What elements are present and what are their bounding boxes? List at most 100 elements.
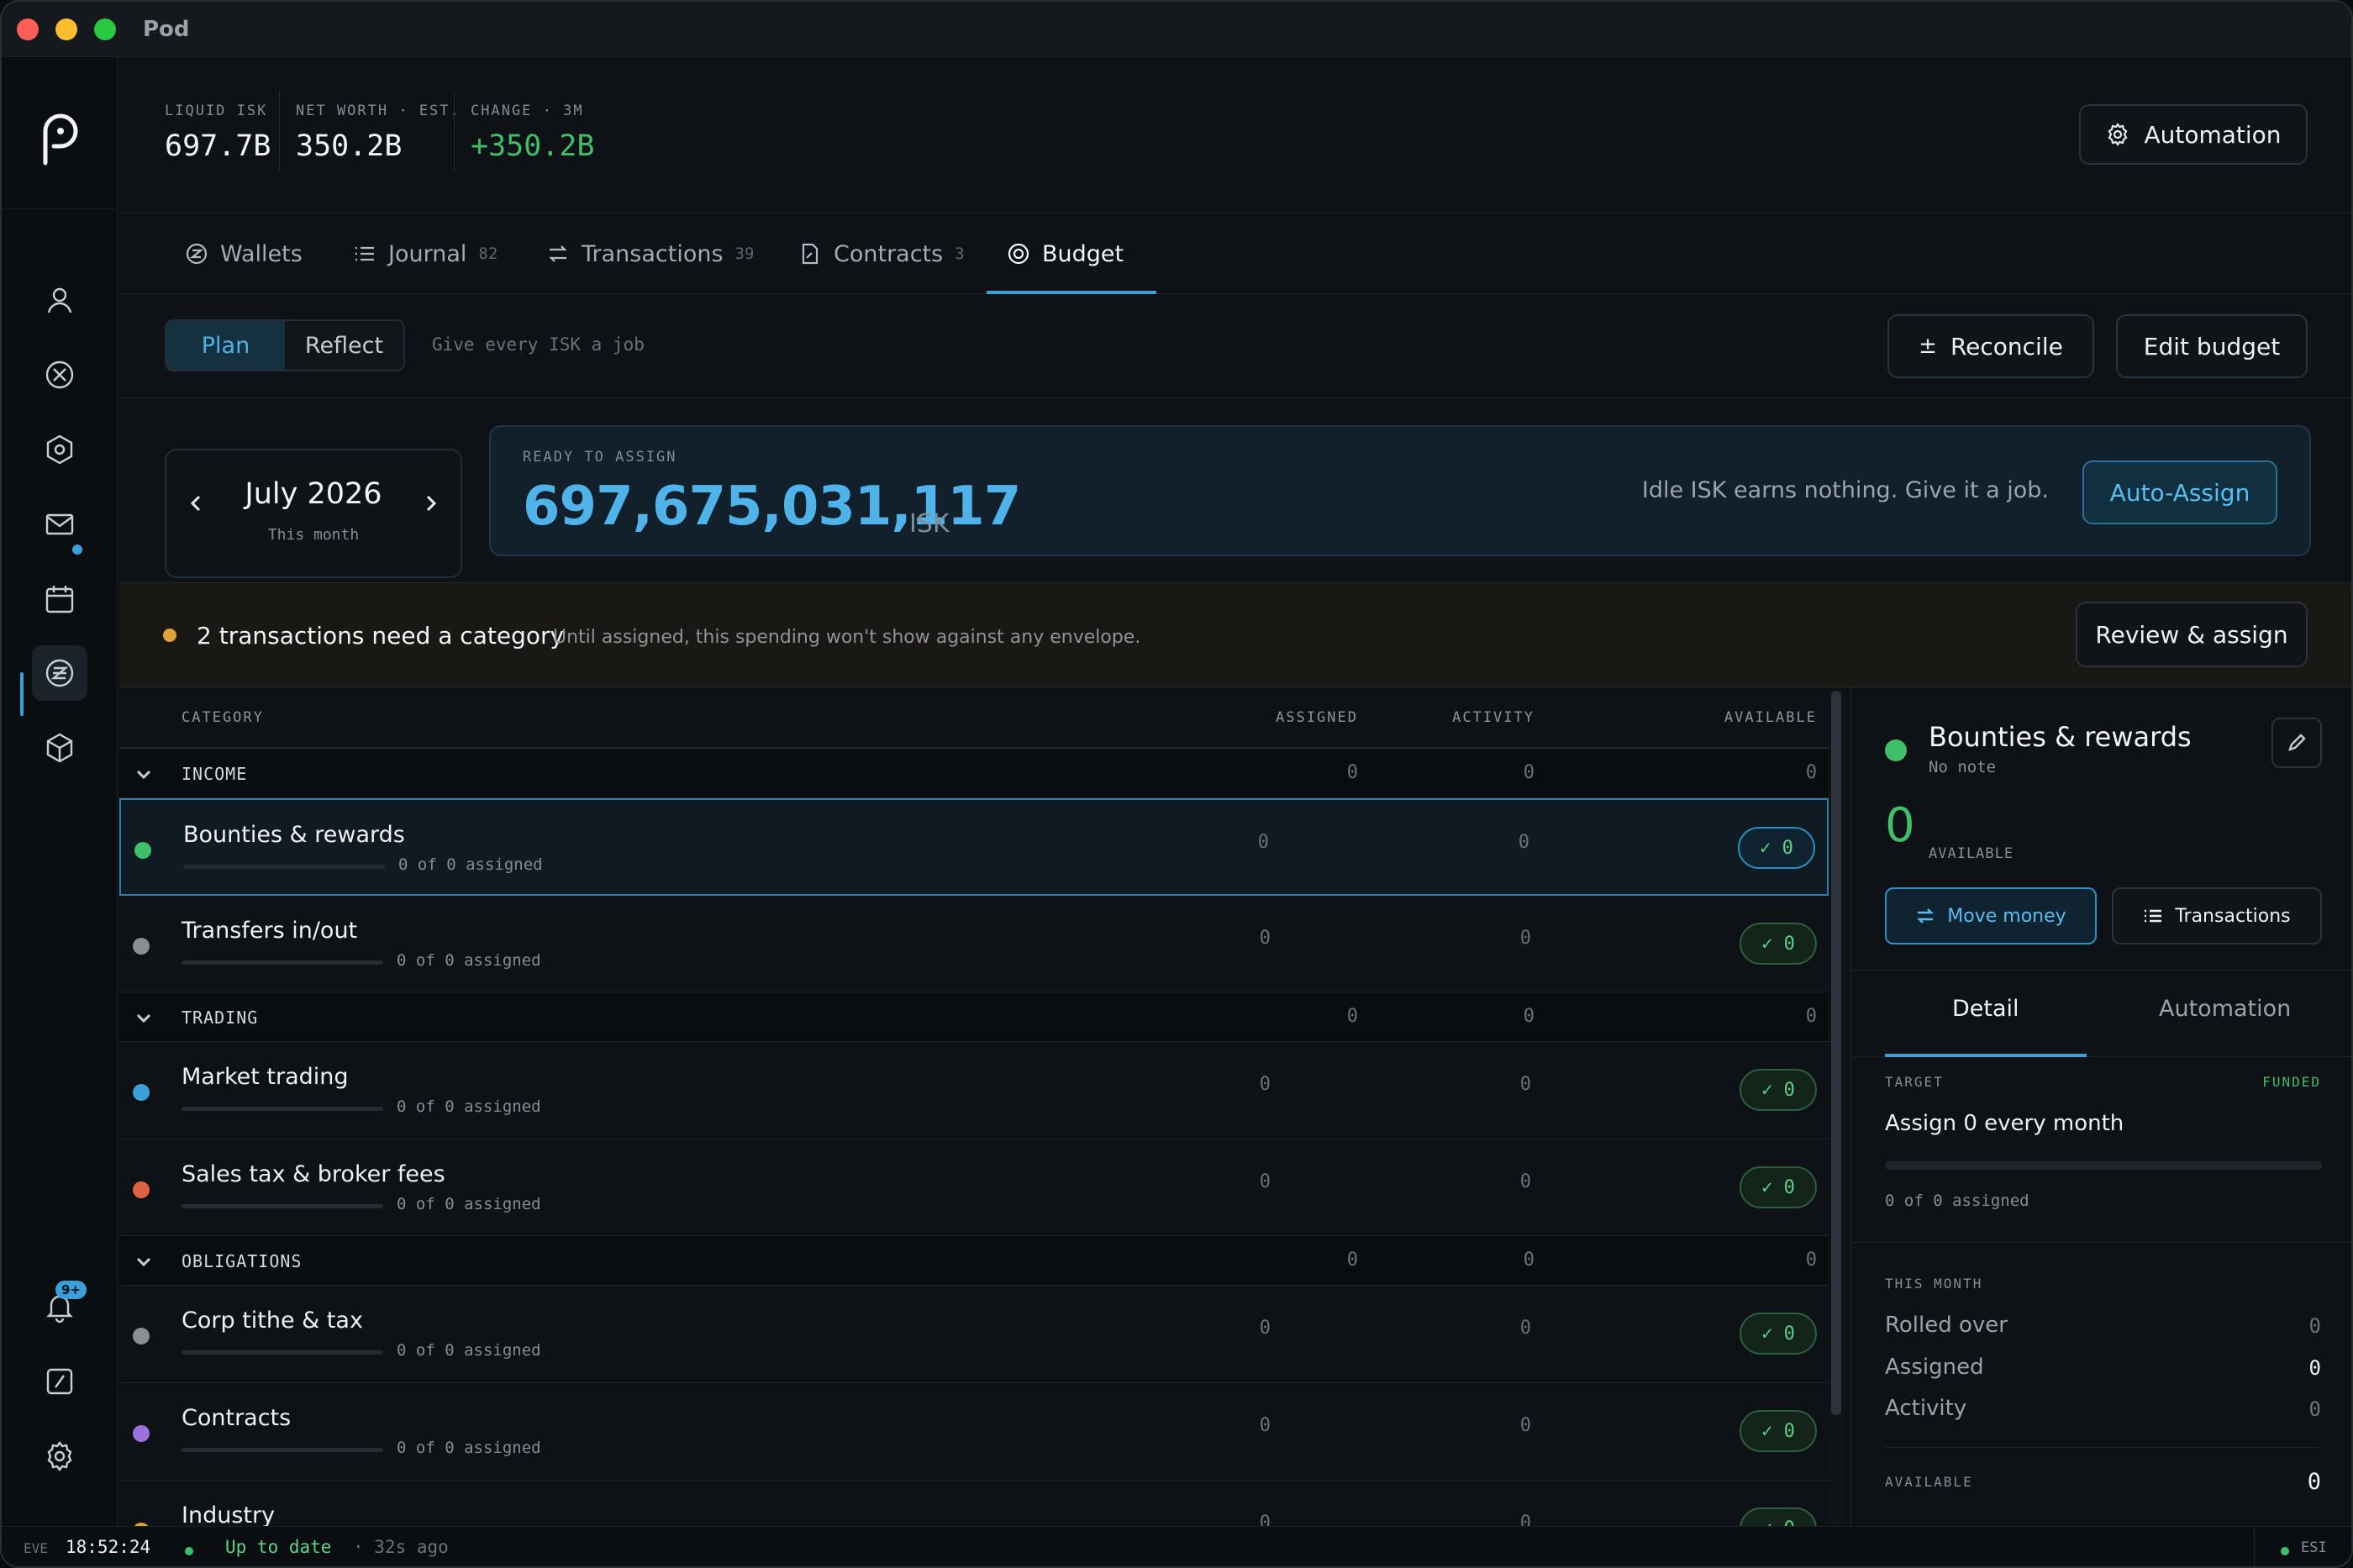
move-money-button[interactable]: Move money [1885,887,2097,944]
edit-category-button[interactable] [2271,718,2322,768]
reflect-toggle-button[interactable]: Reflect [285,321,403,370]
tab-automation[interactable]: Automation [2159,996,2291,1022]
group-trading[interactable]: TRADING 0 0 0 [119,992,1829,1042]
sync-status: Up to date [225,1537,332,1557]
ready-to-assign-section: July 2026 This month READY TO ASSIGN 697… [119,398,2351,583]
detail-available-value: 0 [1885,798,1915,853]
cell-assigned[interactable]: 0 [1258,832,1269,853]
available-pill[interactable]: ✓ 0 [1740,1069,1817,1111]
plan-toggle-button[interactable]: Plan [166,321,285,370]
warning-dot [163,629,176,642]
cell-activity: 0 [1519,928,1531,949]
group-assigned: 0 [1346,1006,1358,1027]
chevron-down-icon [136,1257,151,1267]
table-row-transfers[interactable]: Transfers in/out 0 of 0 assigned 0 0 ✓ 0 [119,896,1829,993]
minimize-window-button[interactable] [55,18,77,40]
close-window-button[interactable] [17,18,39,40]
available-pill[interactable]: ✓ 0 [1740,1410,1817,1452]
stat-value: 697.7B [165,129,271,163]
tab-contracts[interactable]: Contracts 3 [798,213,965,294]
crosshair-icon [45,360,74,389]
group-name: INCOME [182,764,248,784]
reconcile-button[interactable]: ± Reconcile [1887,314,2094,378]
automation-button[interactable]: Automation [2079,104,2308,165]
group-obligations[interactable]: OBLIGATIONS 0 0 0 [119,1235,1829,1286]
cell-activity: 0 [1519,1513,1531,1526]
cell-assigned[interactable]: 0 [1260,1415,1271,1436]
nav-industry-button[interactable] [32,720,87,776]
table-scrollbar[interactable] [1829,687,1844,1526]
edit-budget-button[interactable]: Edit budget [2116,314,2308,378]
category-name: Industry [182,1502,276,1526]
review-assign-button[interactable]: Review & assign [2076,602,2308,667]
tab-count: 39 [734,245,755,263]
tab-label: Journal [388,240,467,267]
nav-mail-button[interactable] [32,497,87,552]
cell-assigned[interactable]: 0 [1260,1318,1271,1339]
pencil-icon [2288,734,2306,751]
tab-budget[interactable]: Budget [1007,213,1124,294]
cell-assigned[interactable]: 0 [1260,928,1271,949]
category-name: Market trading [182,1064,349,1090]
nav-character-button[interactable] [32,272,87,328]
cell-assigned[interactable]: 0 [1260,1171,1271,1192]
eve-clock: 18:52:24 [66,1537,151,1557]
group-available: 0 [1805,762,1817,783]
group-available: 0 [1805,1006,1817,1027]
group-income[interactable]: INCOME 0 0 0 [119,748,1829,798]
available-pill[interactable]: ✓ 0 [1740,1313,1817,1355]
budget-table: CATEGORY ASSIGNED ACTIVITY AVAILABLE INC… [119,687,1829,1526]
nav-calendar-button[interactable] [32,571,87,627]
dashboard-button[interactable] [32,1354,87,1409]
gauge-icon [46,1368,73,1395]
table-row-contracts[interactable]: Contracts 0 of 0 assigned 0 0 ✓ 0 [119,1383,1829,1481]
cell-assigned[interactable]: 0 [1260,1074,1271,1095]
alert-title: 2 transactions need a category [197,622,565,650]
available-pill[interactable]: ✓ 0 [1738,827,1815,869]
month-selector: July 2026 This month [165,449,462,578]
month-subtitle: This month [267,526,360,544]
sync-status-dot [185,1547,193,1555]
table-row-sales-tax[interactable]: Sales tax & broker fees 0 of 0 assigned … [119,1139,1829,1237]
tab-journal[interactable]: Journal 82 [353,213,497,294]
transactions-label: Transactions [2175,905,2291,927]
category-assigned-summary: 0 of 0 assigned [397,1341,541,1360]
window-title: Pod [143,17,190,42]
available-pill[interactable]: ✓ 0 [1740,1166,1817,1208]
zoom-window-button[interactable] [94,18,116,40]
isk-coin-icon [186,243,208,265]
uncategorized-alert: 2 transactions need a category Until ass… [119,583,2351,687]
table-row-corp-tithe[interactable]: Corp tithe & tax 0 of 0 assigned 0 0 ✓ 0 [119,1286,1829,1383]
settings-button[interactable] [32,1429,87,1484]
table-row-industry[interactable]: Industry 0 0 ✓ 0 [119,1481,1829,1526]
scrollbar-thumb[interactable] [1831,691,1841,1415]
tab-count: 82 [478,245,498,263]
status-bar: EVE 18:52:24 Up to date · 32s ago ESI [2,1526,2351,1566]
group-activity: 0 [1523,1006,1534,1027]
calendar-badge-dot [72,545,82,555]
available-pill[interactable]: ✓ 0 [1740,1507,1817,1526]
chevron-right-icon[interactable] [418,491,444,516]
target-sub: 0 of 0 assigned [1885,1192,2029,1210]
group-activity: 0 [1523,1250,1534,1271]
calendar-icon [45,586,74,613]
cell-assigned[interactable]: 0 [1260,1513,1271,1526]
available-pill[interactable]: ✓ 0 [1740,923,1817,965]
nav-combat-button[interactable] [32,347,87,403]
table-row-bounties[interactable]: Bounties & rewards 0 of 0 assigned 0 0 ✓… [119,798,1829,896]
auto-assign-button[interactable]: Auto-Assign [2082,460,2277,524]
list-icon [2145,909,2162,923]
stat-net-worth: NET WORTH · EST. 350.2B [296,103,461,163]
table-row-market-trading[interactable]: Market trading 0 of 0 assigned 0 0 ✓ 0 [119,1042,1829,1139]
toolbar-hint: Give every ISK a job [432,334,645,355]
tab-count: 3 [955,245,965,263]
tab-transactions[interactable]: Transactions 39 [546,213,754,294]
group-activity: 0 [1523,762,1534,783]
detail-transactions-button[interactable]: Transactions [2112,887,2322,944]
nav-wallet-button[interactable] [32,645,87,701]
tab-wallets[interactable]: Wallets [185,213,303,294]
progress-bar [182,960,383,965]
cell-activity: 0 [1519,1415,1531,1436]
tab-detail[interactable]: Detail [1952,996,2019,1022]
nav-assets-button[interactable] [32,422,87,477]
